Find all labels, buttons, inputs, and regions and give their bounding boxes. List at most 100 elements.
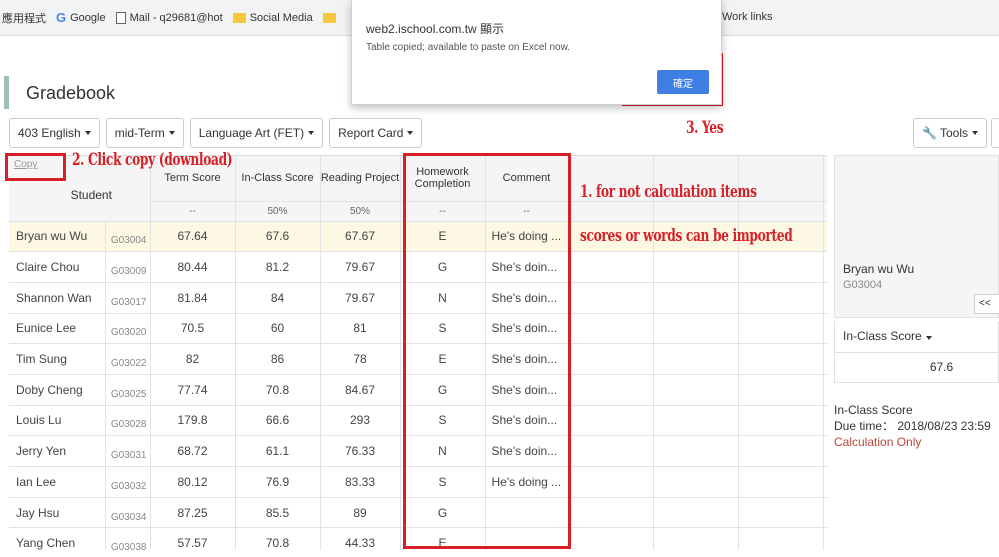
empty-cell: [738, 497, 824, 529]
in-class-score-cell[interactable]: 67.6: [235, 221, 321, 253]
column-header-empty: [823, 156, 827, 202]
dialog-ok-button[interactable]: 確定: [657, 70, 709, 94]
reading-project-cell[interactable]: 67.67: [320, 221, 401, 253]
term-score-cell[interactable]: 67.64: [150, 221, 236, 253]
in-class-score-cell[interactable]: 66.6: [235, 405, 321, 437]
term-score-cell[interactable]: 82: [150, 343, 236, 375]
empty-cell: [738, 343, 824, 375]
reading-project-cell[interactable]: 44.33: [320, 527, 401, 550]
annotation-step-1-line-1: 1. for not calculation items: [580, 182, 757, 202]
term-score-cell[interactable]: 57.57: [150, 527, 236, 550]
in-class-score-cell[interactable]: 85.5: [235, 497, 321, 529]
subject-dropdown[interactable]: Language Art (FET): [189, 118, 324, 148]
student-id: G03025: [105, 374, 151, 406]
class-dropdown[interactable]: 403 English: [9, 118, 100, 148]
student-id: G03017: [105, 282, 151, 314]
in-class-score-cell[interactable]: 70.8: [235, 527, 321, 550]
folder-icon: [322, 12, 336, 23]
info-title: In-Class Score: [834, 403, 913, 417]
reading-project-cell[interactable]: 79.67: [320, 251, 401, 283]
caret-down-icon: [407, 131, 414, 135]
report-card-dropdown[interactable]: Report Card: [329, 118, 423, 148]
caret-down-icon: [971, 131, 978, 135]
reading-project-cell[interactable]: 81: [320, 313, 401, 345]
term-score-cell[interactable]: 70.5: [150, 313, 236, 345]
empty-cell: [738, 313, 824, 345]
column-weight: 50%: [320, 201, 401, 222]
bookmark-google[interactable]: G Google: [56, 10, 106, 25]
student-name: Doby Cheng: [9, 374, 106, 406]
empty-cell: [738, 374, 824, 406]
student-id: G03028: [105, 405, 151, 437]
empty-cell: [653, 251, 739, 283]
bookmark-google-label: Google: [70, 11, 106, 24]
empty-cell: [653, 282, 739, 314]
reading-project-cell[interactable]: 89: [320, 497, 401, 529]
bookmark-work-links[interactable]: Work links: [722, 11, 773, 23]
reading-project-cell[interactable]: 79.67: [320, 282, 401, 314]
student-id: G03038: [105, 527, 151, 550]
term-score-cell[interactable]: 87.25: [150, 497, 236, 529]
empty-cell: [653, 343, 739, 375]
caret-down-icon: [925, 336, 932, 340]
info-due-time: Due time： 2018/08/23 23:59: [834, 419, 991, 433]
term-dropdown[interactable]: mid-Term: [105, 118, 184, 148]
reading-project-cell[interactable]: 83.33: [320, 466, 401, 498]
empty-cell: [568, 251, 654, 283]
caret-down-icon: [84, 131, 91, 135]
term-score-cell[interactable]: 68.72: [150, 435, 236, 467]
student-id: G03022: [105, 343, 151, 375]
bookmark-mail-label: Mail - q29681@hot: [129, 11, 223, 24]
bookmark-social[interactable]: Social Media: [232, 12, 313, 24]
score-item-dropdown[interactable]: In-Class Score: [834, 321, 999, 353]
alert-dialog: web2.ischool.com.tw 顯示 Table copied; ava…: [351, 0, 722, 105]
empty-cell: [568, 405, 654, 437]
wrench-icon: 🔧: [922, 126, 937, 140]
bookmark-apps[interactable]: 應用程式: [2, 10, 46, 26]
empty-cell: [823, 251, 827, 283]
annotation-box-columns: [403, 153, 571, 549]
term-score-cell[interactable]: 80.44: [150, 251, 236, 283]
dialog-title: web2.ischool.com.tw 顯示: [366, 22, 505, 36]
in-class-score-cell[interactable]: 70.8: [235, 374, 321, 406]
student-name: Eunice Lee: [9, 313, 106, 345]
column-header-reading-project[interactable]: Reading Project: [320, 156, 401, 202]
column-weight-empty: [568, 201, 654, 222]
tools-dropdown[interactable]: 🔧 Tools: [913, 118, 987, 148]
bookmark-mail[interactable]: Mail - q29681@hot: [115, 11, 223, 24]
in-class-score-cell[interactable]: 61.1: [235, 435, 321, 467]
tools-label: Tools: [939, 126, 968, 140]
in-class-score-cell[interactable]: 81.2: [235, 251, 321, 283]
student-id: G03020: [105, 313, 151, 345]
caret-down-icon: [308, 131, 315, 135]
bookmark-folder[interactable]: [322, 12, 336, 23]
reading-project-cell[interactable]: 78: [320, 343, 401, 375]
in-class-score-cell[interactable]: 76.9: [235, 466, 321, 498]
google-icon: G: [56, 10, 67, 25]
bookmark-apps-label: 應用程式: [2, 12, 46, 25]
empty-cell: [568, 497, 654, 529]
column-header-in-class-score[interactable]: In-Class Score: [235, 156, 321, 202]
side-score-value[interactable]: 67.6: [834, 353, 999, 383]
in-class-score-cell[interactable]: 84: [235, 282, 321, 314]
subject-dropdown-label: Language Art (FET): [198, 126, 305, 140]
reading-project-cell[interactable]: 84.67: [320, 374, 401, 406]
previous-student-button[interactable]: <<: [974, 294, 999, 314]
empty-cell: [823, 527, 827, 550]
reading-project-cell[interactable]: 76.33: [320, 435, 401, 467]
in-class-score-cell[interactable]: 86: [235, 343, 321, 375]
term-score-cell[interactable]: 80.12: [150, 466, 236, 498]
column-weight-empty: [738, 201, 824, 222]
report-card-dropdown-label: Report Card: [338, 126, 404, 140]
reading-project-cell[interactable]: 293: [320, 405, 401, 437]
term-score-cell[interactable]: 81.84: [150, 282, 236, 314]
term-score-cell[interactable]: 77.74: [150, 374, 236, 406]
term-score-cell[interactable]: 179.8: [150, 405, 236, 437]
toolbar-extra-button[interactable]: [991, 118, 999, 148]
student-id: G03031: [105, 435, 151, 467]
empty-cell: [823, 282, 827, 314]
page-icon: [115, 11, 126, 24]
empty-cell: [738, 527, 824, 550]
in-class-score-cell[interactable]: 60: [235, 313, 321, 345]
empty-cell: [823, 374, 827, 406]
